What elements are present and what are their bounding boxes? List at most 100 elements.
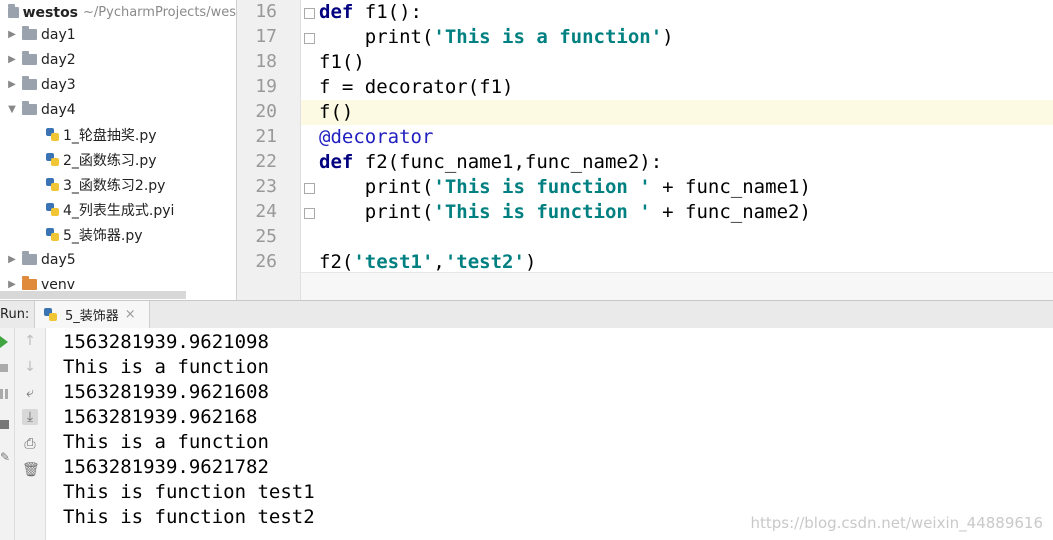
console-line: 1563281939.9621098 xyxy=(63,331,269,353)
up-arrow-icon[interactable]: ↑ xyxy=(22,333,38,349)
line-number: 26 xyxy=(255,251,277,272)
python-file-icon xyxy=(44,308,57,321)
tree-item-label: day1 xyxy=(41,26,76,43)
console-line: This is a function xyxy=(63,356,269,378)
code-line-21[interactable]: @decorator xyxy=(319,125,433,150)
console-line: 1563281939.9621782 xyxy=(63,456,269,478)
string-literal: 'This is function ' xyxy=(433,176,651,198)
folder-icon xyxy=(22,101,37,115)
tree-folder-day3[interactable]: ▶ day3 xyxy=(0,72,236,97)
watermark: https://blog.csdn.net/weixin_44889616 xyxy=(750,514,1043,532)
string-literal: 'This is a function' xyxy=(433,26,663,48)
soft-wrap-icon[interactable]: ⤶ xyxy=(22,385,38,401)
console-line: This is function test2 xyxy=(63,506,315,528)
line-number: 22 xyxy=(255,151,277,172)
string-literal: 'This is function ' xyxy=(433,201,651,223)
tree-file-4[interactable]: 4_列表生成式.pyi xyxy=(0,197,236,222)
tree-folder-day1[interactable]: ▶ day1 xyxy=(0,22,236,47)
down-arrow-icon[interactable]: ↓ xyxy=(22,359,38,375)
tree-folder-day2[interactable]: ▶ day2 xyxy=(0,47,236,72)
string-literal: 'test2' xyxy=(444,251,525,273)
scroll-to-end-icon[interactable]: ⤓ xyxy=(22,409,38,425)
pin-icon[interactable]: ✎ xyxy=(0,450,10,464)
line-number: 21 xyxy=(255,126,277,147)
project-root-path: ~/PycharmProjects/wes xyxy=(83,5,236,20)
code-line-22[interactable]: def f2(func_name1,func_name2): xyxy=(319,150,662,175)
line-number: 20 xyxy=(255,101,277,122)
line-number: 18 xyxy=(255,51,277,72)
code-line-18[interactable]: f1() xyxy=(319,50,365,75)
chevron-right-icon[interactable]: ▶ xyxy=(6,79,18,90)
code-line-19[interactable]: f = decorator(f1) xyxy=(319,75,513,100)
tree-item-label: 1_轮盘抽奖.py xyxy=(63,127,157,144)
close-icon[interactable]: × xyxy=(125,307,136,322)
pause-icon[interactable] xyxy=(0,389,8,399)
tree-item-label: day2 xyxy=(41,51,76,68)
run-tab-label: 5_装饰器 xyxy=(65,309,119,324)
python-file-icon xyxy=(46,153,59,166)
run-toolbar: ↑ ↓ ⤶ ⤓ ⎙ 🗑 xyxy=(15,328,46,540)
code-line-16[interactable]: def f1(): xyxy=(319,0,422,25)
tree-item-label: 4_列表生成式.pyi xyxy=(63,202,175,219)
layout-icon[interactable] xyxy=(0,420,9,429)
project-root-name: westos xyxy=(22,4,79,21)
project-tool-window: westos ~/PycharmProjects/wes ▶ day1 ▶ da… xyxy=(0,0,237,300)
python-file-icon xyxy=(46,128,59,141)
fold-marker-icon[interactable] xyxy=(304,33,315,44)
tree-item-label: day3 xyxy=(41,76,76,93)
folder-icon xyxy=(22,251,37,265)
line-number: 23 xyxy=(255,176,277,197)
tree-item-label: 3_函数练习2.py xyxy=(63,177,166,194)
run-label: Run: xyxy=(0,307,30,322)
editor-gutter: 16 17 18 19 20 21 22 23 24 25 26 xyxy=(237,0,315,300)
code-line-17[interactable]: print('This is a function') xyxy=(319,25,674,50)
print-icon[interactable]: ⎙ xyxy=(22,436,38,452)
tree-file-5[interactable]: 5_装饰器.py xyxy=(0,222,236,247)
line-number: 19 xyxy=(255,76,277,97)
tree-item-label: day4 xyxy=(41,101,76,118)
code-line-24[interactable]: print('This is function ' + func_name2) xyxy=(319,200,811,225)
python-file-icon xyxy=(46,203,59,216)
folder-icon xyxy=(8,4,19,18)
chevron-right-icon[interactable]: ▶ xyxy=(6,29,18,40)
run-tool-window-header: Run: 5_装饰器 × xyxy=(0,300,1053,329)
excluded-folder-icon xyxy=(22,276,37,290)
keyword: def xyxy=(319,1,354,23)
trash-icon[interactable]: 🗑 xyxy=(22,462,40,478)
tree-file-3[interactable]: 3_函数练习2.py xyxy=(0,172,236,197)
chevron-right-icon[interactable]: ▶ xyxy=(6,279,18,290)
fold-marker-icon[interactable] xyxy=(304,8,315,19)
code-line-20[interactable]: f() xyxy=(319,100,353,125)
run-config-tab[interactable]: 5_装饰器 × xyxy=(34,301,150,328)
horizontal-scrollbar[interactable] xyxy=(0,291,186,299)
chevron-down-icon[interactable]: ▼ xyxy=(6,104,18,115)
tree-file-2[interactable]: 2_函数练习.py xyxy=(0,147,236,172)
console-line: 1563281939.9621608 xyxy=(63,381,269,403)
line-number: 25 xyxy=(255,226,277,247)
tree-folder-day5[interactable]: ▶ day5 xyxy=(0,247,236,272)
folder-icon xyxy=(22,26,37,40)
run-toolbar-outer: ✎ xyxy=(0,328,15,540)
console-line: This is function test1 xyxy=(63,481,315,503)
keyword: def xyxy=(319,151,354,173)
run-console[interactable]: 1563281939.9621098 This is a function 15… xyxy=(46,328,1053,540)
current-line-highlight xyxy=(301,100,1053,125)
fold-marker-icon[interactable] xyxy=(304,208,315,219)
tree-folder-day4[interactable]: ▼ day4 xyxy=(0,97,236,122)
editor-scroll-area[interactable] xyxy=(301,272,1053,300)
line-number: 16 xyxy=(255,1,277,22)
code-editor[interactable]: 16 17 18 19 20 21 22 23 24 25 26 def f1(… xyxy=(237,0,1053,300)
python-file-icon xyxy=(46,228,59,241)
chevron-right-icon[interactable]: ▶ xyxy=(6,254,18,265)
chevron-right-icon[interactable]: ▶ xyxy=(6,54,18,65)
tree-item-label: 5_装饰器.py xyxy=(63,227,143,244)
code-line-23[interactable]: print('This is function ' + func_name1) xyxy=(319,175,811,200)
console-line: This is a function xyxy=(63,431,269,453)
tree-item-label: 2_函数练习.py xyxy=(63,152,157,169)
rerun-icon[interactable] xyxy=(0,336,8,348)
fold-marker-icon[interactable] xyxy=(304,183,315,194)
stop-icon[interactable] xyxy=(0,364,8,372)
tree-file-1[interactable]: 1_轮盘抽奖.py xyxy=(0,122,236,147)
folder-icon xyxy=(22,51,37,65)
string-literal: 'test1' xyxy=(353,251,434,273)
